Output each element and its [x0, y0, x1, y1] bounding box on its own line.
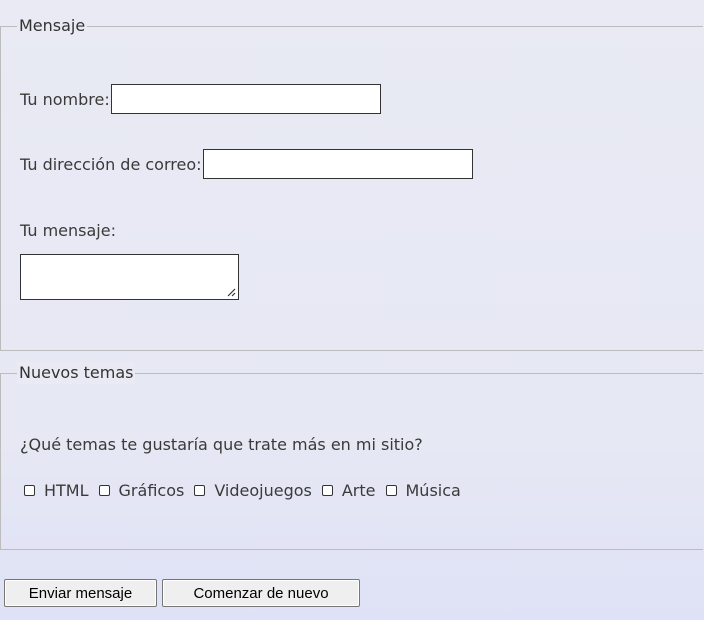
message-row: Tu mensaje:: [20, 221, 116, 240]
email-row: Tu dirección de correo:: [20, 149, 473, 179]
checkbox-label: Gráficos: [118, 481, 185, 500]
reset-button[interactable]: Comenzar de nuevo: [162, 579, 360, 607]
checkbox-box[interactable]: [385, 485, 397, 496]
checkbox-label: HTML: [44, 481, 89, 500]
temas-checkbox-group: HTML Gráficos Videojuegos Arte Música: [24, 481, 471, 500]
temas-fieldset: Nuevos temas: [0, 362, 703, 550]
checkbox-box[interactable]: [98, 485, 110, 496]
email-label: Tu dirección de correo:: [20, 154, 202, 174]
email-input[interactable]: [202, 149, 473, 179]
checkbox-box[interactable]: [321, 485, 333, 496]
checkbox-html[interactable]: HTML: [24, 481, 89, 500]
checkbox-box[interactable]: [194, 485, 206, 496]
resize-handle-icon[interactable]: [226, 287, 236, 297]
name-row: Tu nombre:: [20, 84, 381, 114]
checkbox-videojuegos[interactable]: Videojuegos: [194, 481, 312, 500]
name-input[interactable]: [110, 84, 381, 114]
mensaje-legend: Mensaje: [17, 15, 88, 37]
checkbox-label: Música: [405, 481, 461, 500]
checkbox-musica[interactable]: Música: [385, 481, 461, 500]
checkbox-arte[interactable]: Arte: [321, 481, 376, 500]
message-label: Tu mensaje:: [20, 221, 116, 240]
name-label: Tu nombre:: [20, 89, 110, 109]
temas-legend: Nuevos temas: [17, 362, 136, 384]
checkbox-label: Arte: [341, 481, 376, 500]
checkbox-box[interactable]: [24, 485, 35, 496]
checkbox-label: Videojuegos: [214, 481, 312, 500]
mensaje-fieldset: Mensaje: [0, 15, 703, 351]
message-textarea[interactable]: [20, 254, 239, 300]
send-message-button[interactable]: Enviar mensaje: [4, 579, 157, 607]
temas-question-text: ¿Qué temas te gustaría que trate más en …: [20, 435, 423, 454]
checkbox-graficos[interactable]: Gráficos: [98, 481, 185, 500]
temas-question: ¿Qué temas te gustaría que trate más en …: [20, 435, 423, 454]
